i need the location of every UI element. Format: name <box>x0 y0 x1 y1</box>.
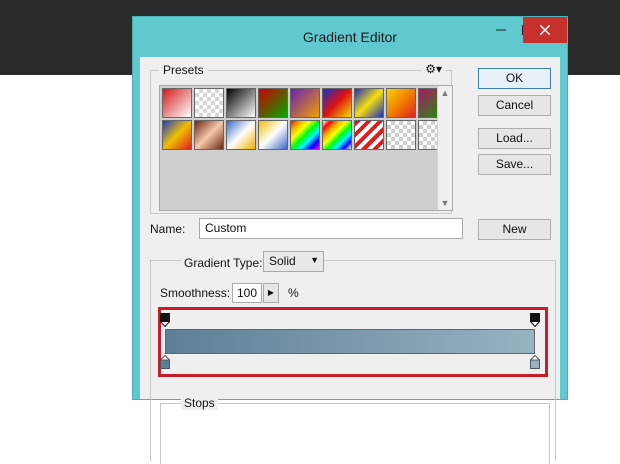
presets-group: Presets ⚙▾ ▲ ▼ <box>150 62 453 214</box>
color-stop-left-icon[interactable] <box>160 355 170 369</box>
opacity-stop-left-icon[interactable] <box>160 313 170 327</box>
smoothness-label: Smoothness: <box>160 286 231 300</box>
preset-swatches <box>162 88 448 150</box>
smoothness-input[interactable]: 100 <box>232 283 262 303</box>
preset-swatch[interactable] <box>258 120 288 150</box>
gear-icon[interactable]: ⚙▾ <box>422 62 445 76</box>
smoothness-slider-toggle[interactable]: ▶ <box>263 283 279 303</box>
smoothness-unit: % <box>288 286 299 300</box>
preset-swatch[interactable] <box>226 88 256 118</box>
preset-swatch[interactable] <box>162 120 192 150</box>
preset-swatch[interactable] <box>322 120 352 150</box>
presets-list[interactable]: ▲ ▼ <box>159 85 453 211</box>
scroll-up-icon[interactable]: ▲ <box>438 86 452 100</box>
minimize-icon <box>496 29 506 31</box>
presets-label: Presets <box>159 63 208 77</box>
opacity-stop-right-icon[interactable] <box>530 313 540 327</box>
preset-swatch[interactable] <box>290 120 320 150</box>
gradient-bar[interactable] <box>165 329 535 354</box>
color-stop-right-icon[interactable] <box>530 355 540 369</box>
gradient-type-select[interactable]: Solid ▼ <box>263 251 324 272</box>
gradient-type-label: Gradient Type: <box>181 256 266 270</box>
stops-label: Stops <box>181 396 218 410</box>
scroll-down-icon[interactable]: ▼ <box>438 196 452 210</box>
preset-swatch[interactable] <box>290 88 320 118</box>
presets-scrollbar[interactable]: ▲ ▼ <box>437 86 452 210</box>
save-button[interactable]: Save... <box>478 154 551 175</box>
preset-swatch[interactable] <box>226 120 256 150</box>
cancel-button[interactable]: Cancel <box>478 95 551 116</box>
close-icon <box>540 25 550 35</box>
name-input[interactable]: Custom <box>199 218 463 239</box>
preset-swatch[interactable] <box>258 88 288 118</box>
preset-swatch[interactable] <box>386 120 416 150</box>
preset-swatch[interactable] <box>322 88 352 118</box>
preset-swatch[interactable] <box>194 88 224 118</box>
ok-button[interactable]: OK <box>478 68 551 89</box>
preset-swatch[interactable] <box>194 120 224 150</box>
minimize-button[interactable] <box>488 17 514 43</box>
preset-swatch[interactable] <box>354 88 384 118</box>
name-label: Name: <box>150 222 186 236</box>
load-button[interactable]: Load... <box>478 128 551 149</box>
new-button[interactable]: New <box>478 219 551 240</box>
dialog-body: Presets ⚙▾ ▲ ▼ OK Cancel Load... Save...… <box>140 57 560 464</box>
preset-swatch[interactable] <box>386 88 416 118</box>
gradient-type-value: Solid <box>269 254 296 268</box>
preset-swatch[interactable] <box>354 120 384 150</box>
chevron-down-icon: ▼ <box>310 255 319 265</box>
title-bar[interactable]: Gradient Editor <box>133 17 567 57</box>
preset-swatch[interactable] <box>162 88 192 118</box>
stops-group <box>160 403 550 464</box>
close-button[interactable] <box>523 17 567 43</box>
gradient-editor-dialog: Gradient Editor Presets ⚙▾ ▲ ▼ OK Cancel… <box>132 16 568 464</box>
